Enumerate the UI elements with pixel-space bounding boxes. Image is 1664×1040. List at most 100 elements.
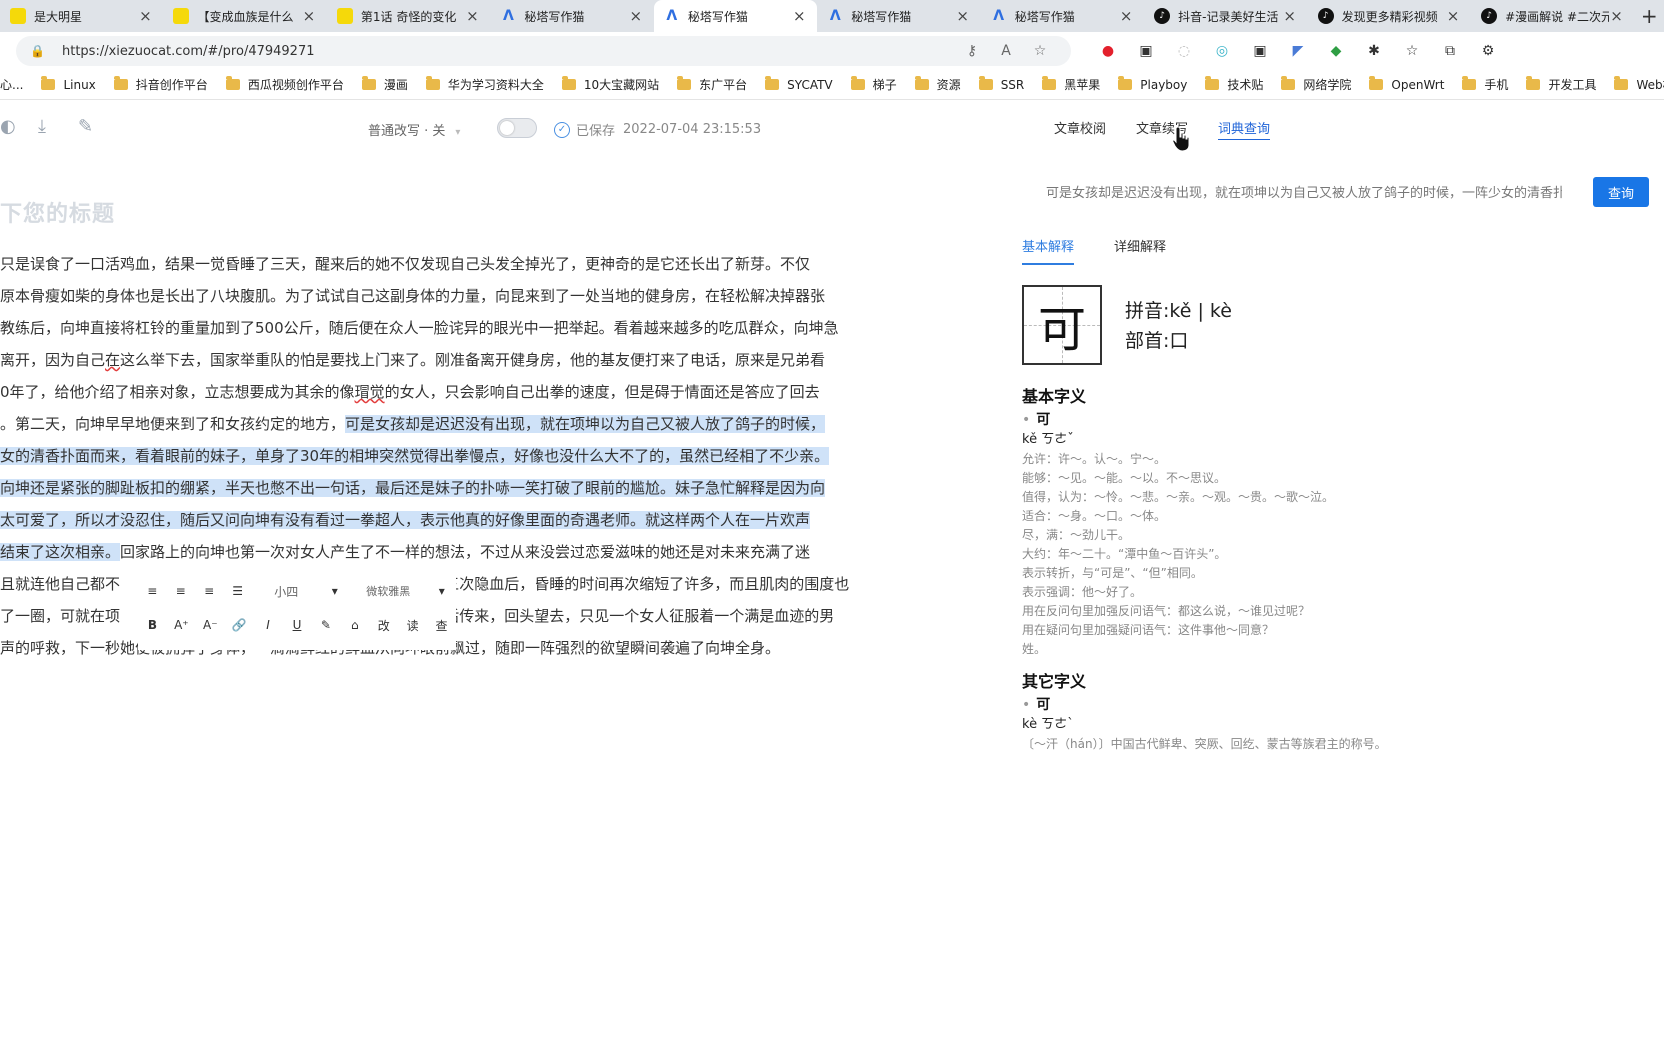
text-line[interactable]: 教练后，向坤直接将杠铃的重量加到了500公斤，随后便在众人一脸诧异的眼光中一把举… [0, 312, 935, 344]
browser-tab[interactable]: 是大明星 × [0, 0, 163, 32]
favorite-add-icon[interactable]: ☆ [1023, 43, 1057, 59]
extension-icon[interactable]: ◤ [1279, 43, 1317, 59]
bookmark-item[interactable]: 手机 [1462, 76, 1508, 93]
tab-detailed-explanation[interactable]: 详细解释 [1114, 236, 1166, 265]
browser-tab[interactable]: ♪ #漫画解说 #二次元 × [1471, 0, 1634, 32]
download-icon[interactable]: ⤓ [38, 116, 46, 137]
close-icon[interactable]: × [791, 7, 807, 25]
close-icon[interactable]: × [628, 7, 644, 25]
spellcheck-word[interactable]: 在 [105, 351, 120, 369]
query-button[interactable]: 查询 [1593, 177, 1649, 207]
selected-text[interactable]: 结束了这次相亲。 [0, 543, 121, 561]
bookmark-item[interactable]: SYCATV [765, 76, 833, 92]
bookmark-item[interactable]: 网络学院 [1281, 76, 1351, 93]
text-line[interactable]: 结束了这次相亲。回家路上的向坤也第一次对女人产生了不一样的想法，不过从来没尝过恋… [0, 536, 935, 568]
bookmark-item[interactable]: Linux [41, 76, 96, 92]
close-icon[interactable]: × [955, 7, 971, 25]
bookmark-item[interactable]: 10大宝藏网站 [561, 76, 659, 93]
link-icon[interactable]: 🔗 [225, 618, 254, 632]
spellcheck-word[interactable]: 瑁觉 [355, 383, 385, 401]
bold-button[interactable]: B [138, 618, 167, 632]
address-bar[interactable]: 🔒 https://xiezuocat.com/#/pro/47949271 ⚷… [16, 36, 1071, 66]
chevron-down-icon[interactable]: ▾ [321, 584, 349, 598]
text-line[interactable]: 向坤还是紧张的脚趾板扣的绷紧，半天也憋不出一句话，最后还是妹子的扑哧一笑打破了眼… [0, 472, 935, 504]
text-line[interactable]: 原本骨瘦如柴的身体也是长出了八块腹肌。为了试试自己这副身体的力量，向昆来到了一处… [0, 280, 935, 312]
close-icon[interactable]: × [137, 7, 153, 25]
italic-button[interactable]: I [254, 618, 283, 632]
bookmark-item[interactable]: 梯子 [850, 76, 897, 93]
text-line[interactable]: 只是误食了一口活鸡血，结果一觉昏睡了三天，醒来后的她不仅发现自己头发全掉光了，更… [0, 248, 935, 280]
bookmark-item[interactable]: 黑苹果 [1042, 76, 1100, 93]
browser-tab[interactable]: Λ 秘塔写作猫 × [653, 0, 818, 32]
align-left-icon[interactable]: ≡ [138, 584, 166, 598]
rewrite-mode-select[interactable]: 普通改写 · 关 ▾ [368, 120, 460, 139]
selected-text[interactable]: 女的清香扑面而来，看着眼前的妹子，单身了30年的相坤突然觉得出拳慢点，好像也没什… [0, 447, 830, 465]
font-increase-button[interactable]: A⁺ [167, 618, 196, 632]
bookmark-item[interactable]: SSR [978, 76, 1024, 92]
close-icon[interactable]: × [1445, 7, 1461, 25]
url-text[interactable]: https://xiezuocat.com/#/pro/47949271 [62, 44, 955, 59]
bookmark-item[interactable]: Web模版 [1614, 76, 1664, 93]
close-icon[interactable]: × [1609, 7, 1625, 25]
text-line[interactable]: 太可爱了，所以才没忍住，随后又问向坤有没有看过一拳超人，表示他真的好像里面的奇遇… [0, 504, 935, 536]
bookmark-item[interactable]: 资源 [914, 76, 961, 93]
close-icon[interactable]: × [1282, 7, 1298, 25]
text-line[interactable]: 0年了，给他介绍了相亲对象，立志想要成为其余的像瑁觉的女人，只会影响自己出拳的速… [0, 376, 935, 408]
bookmark-item[interactable]: 心... [0, 76, 23, 93]
selected-text[interactable]: 向坤还是紧张的脚趾板扣的绷紧，半天也憋不出一句话，最后还是妹子的扑哧一笑打破了眼… [0, 479, 826, 497]
new-tab-button[interactable]: + [1635, 0, 1664, 32]
chevron-down-icon[interactable]: ▾ [428, 584, 456, 598]
opera-icon[interactable]: ● [1089, 43, 1127, 59]
bookmark-item[interactable]: 抖音创作平台 [113, 76, 208, 93]
bookmark-item[interactable]: 漫画 [361, 76, 408, 93]
dictionary-query-input[interactable]: 可是女孩却是迟迟没有出现，就在项坤以为自己又被人放了鸽子的时候，一阵少女的清香扑 [1046, 182, 1562, 204]
browser-tab[interactable]: ♪ 抖音-记录美好生活 × [1144, 0, 1307, 32]
text-line[interactable]: 女的清香扑面而来，看着眼前的妹子，单身了30年的相坤突然觉得出拳慢点，好像也没什… [0, 440, 935, 472]
clear-format-icon[interactable]: ⌂ [340, 618, 369, 632]
selected-text[interactable]: 太可爱了，所以才没忍住，随后又问向坤有没有看过一拳超人，表示他真的好像里面的奇遇… [0, 511, 811, 529]
document-title[interactable]: 下您的标题 [0, 196, 115, 228]
tab-proofread[interactable]: 文章校阅 [1054, 118, 1106, 140]
browser-tab[interactable]: 【变成血族是什么 × [163, 0, 326, 32]
puzzle-icon[interactable]: ✱ [1355, 43, 1393, 59]
close-icon[interactable]: × [1118, 7, 1134, 25]
text-line[interactable]: 。第二天，向坤早早地便来到了和女孩约定的地方，可是女孩却是迟迟没有出现，就在项坤… [0, 408, 935, 440]
selected-text[interactable]: 可是女孩却是迟迟没有出现，就在项坤以为自己又被人放了鸽子的时候， [345, 415, 826, 433]
underline-button[interactable]: U [283, 618, 312, 632]
bookmark-item[interactable]: 东广平台 [677, 76, 747, 93]
read-button[interactable]: 读 [398, 617, 427, 634]
align-center-icon[interactable]: ≡ [166, 584, 194, 598]
font-family-select[interactable]: 微软雅黑 [349, 583, 428, 599]
key-icon[interactable]: ⚷ [955, 43, 989, 59]
read-aloud-icon[interactable]: A [989, 43, 1023, 59]
bookmark-item[interactable]: 西瓜视频创作平台 [225, 76, 344, 93]
align-right-icon[interactable]: ≡ [195, 584, 223, 598]
lookup-button[interactable]: 查 [427, 617, 456, 634]
browser-tab[interactable]: Λ 秘塔写作猫 × [981, 0, 1144, 32]
bookmark-item[interactable]: 技术贴 [1205, 76, 1263, 93]
tab-dictionary[interactable]: 词典查询 [1218, 118, 1271, 140]
browser-tab[interactable]: Λ 秘塔写作猫 × [490, 0, 653, 32]
browser-tab[interactable]: 第1话 奇怪的变化 × [327, 0, 490, 32]
close-icon[interactable]: × [301, 7, 317, 25]
bookmark-item[interactable]: Playboy [1118, 76, 1187, 92]
extension-icon[interactable]: ◌ [1165, 43, 1203, 59]
font-size-select[interactable]: 小四 [252, 583, 321, 600]
rewrite-button[interactable]: 改 [369, 617, 398, 634]
brush-icon[interactable]: ✎ [78, 116, 93, 137]
extension-icon[interactable]: ◆ [1317, 43, 1355, 59]
extension-icon[interactable]: ◎ [1203, 43, 1241, 59]
bookmark-item[interactable]: 华为学习资料大全 [425, 76, 544, 93]
bookmark-item[interactable]: 开发工具 [1526, 76, 1596, 93]
tab-basic-explanation[interactable]: 基本解释 [1022, 236, 1075, 265]
rewrite-toggle[interactable] [497, 118, 537, 138]
text-line[interactable]: 离开，因为自己在这么举下去，国家举重队的怕是要找上门来了。刚准备离开健身房，他的… [0, 344, 935, 376]
browser-tab[interactable]: ♪ 发现更多精彩视频 × [1308, 0, 1471, 32]
target-icon[interactable]: ◐ [0, 116, 16, 137]
extension-icon[interactable]: ▣ [1241, 43, 1279, 59]
settings-icon[interactable]: ⚙ [1469, 43, 1507, 59]
collections-icon[interactable]: ⧉ [1431, 43, 1469, 59]
bookmark-item[interactable]: OpenWrt [1369, 76, 1444, 92]
close-icon[interactable]: × [464, 7, 480, 25]
highlight-icon[interactable]: ✎ [311, 618, 340, 632]
